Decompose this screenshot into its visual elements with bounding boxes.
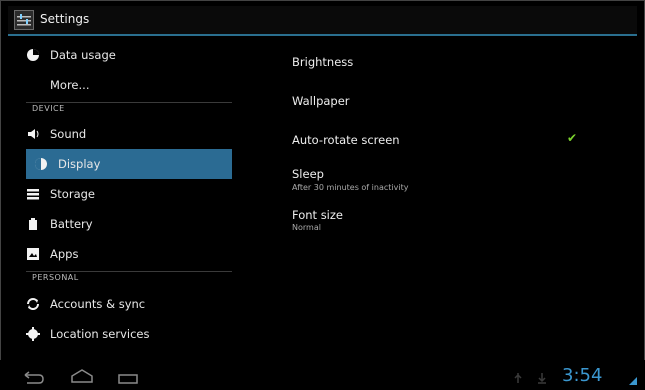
home-icon[interactable]	[70, 368, 94, 384]
list-item-label: Battery	[50, 217, 93, 231]
list-item-label: Display	[58, 157, 101, 171]
divider	[26, 271, 232, 272]
action-bar: Settings	[8, 6, 637, 36]
apps-icon	[26, 247, 40, 261]
list-item-label: Data usage	[50, 48, 116, 62]
section-header-personal: PERSONAL	[32, 273, 79, 282]
speaker-icon	[26, 127, 40, 141]
download-icon	[536, 369, 548, 384]
checkmark-icon[interactable]: ✔	[567, 131, 577, 145]
list-item-accounts-sync[interactable]: Accounts & sync	[26, 289, 145, 319]
setting-sleep[interactable]: Sleep	[292, 167, 324, 181]
setting-font-size[interactable]: Font size	[292, 208, 343, 222]
location-icon	[26, 327, 40, 341]
setting-auto-rotate[interactable]: Auto-rotate screen	[292, 133, 400, 147]
data-usage-icon	[26, 48, 40, 62]
list-item-display[interactable]: Display	[26, 149, 232, 179]
status-clock: 3:54	[562, 365, 603, 386]
list-item-label: Apps	[50, 247, 79, 261]
recent-apps-icon[interactable]	[118, 370, 138, 384]
system-navigation-bar	[0, 360, 645, 390]
section-header-device: DEVICE	[32, 104, 65, 113]
list-item-storage[interactable]: Storage	[26, 179, 95, 209]
list-item-data-usage[interactable]: Data usage	[26, 40, 116, 70]
list-item-label: Sound	[50, 127, 87, 141]
battery-icon	[26, 217, 40, 231]
list-item-label: Location services	[50, 327, 150, 341]
settings-category-list: Data usage More... DEVICE Sound Display …	[8, 38, 248, 360]
list-item-more[interactable]: More...	[50, 70, 89, 100]
setting-brightness[interactable]: Brightness	[292, 55, 353, 69]
app-title: Settings	[40, 12, 90, 26]
usb-icon	[512, 369, 524, 383]
list-item-battery[interactable]: Battery	[26, 209, 93, 239]
list-item-location-services[interactable]: Location services	[26, 319, 149, 349]
setting-wallpaper[interactable]: Wallpaper	[292, 94, 350, 108]
divider	[26, 102, 232, 103]
list-item-label: More...	[50, 78, 90, 92]
list-item-label: Accounts & sync	[50, 297, 146, 311]
storage-icon	[26, 187, 40, 201]
sync-icon	[26, 297, 40, 311]
signal-icon	[628, 371, 638, 385]
list-item-apps[interactable]: Apps	[26, 239, 78, 269]
setting-sleep-summary: After 30 minutes of inactivity	[292, 183, 409, 192]
back-icon[interactable]	[22, 370, 46, 384]
list-item-label: Storage	[50, 187, 95, 201]
setting-font-size-summary: Normal	[292, 223, 321, 232]
display-icon	[34, 157, 48, 171]
settings-app-icon[interactable]	[14, 10, 34, 30]
list-item-sound[interactable]: Sound	[26, 119, 86, 149]
